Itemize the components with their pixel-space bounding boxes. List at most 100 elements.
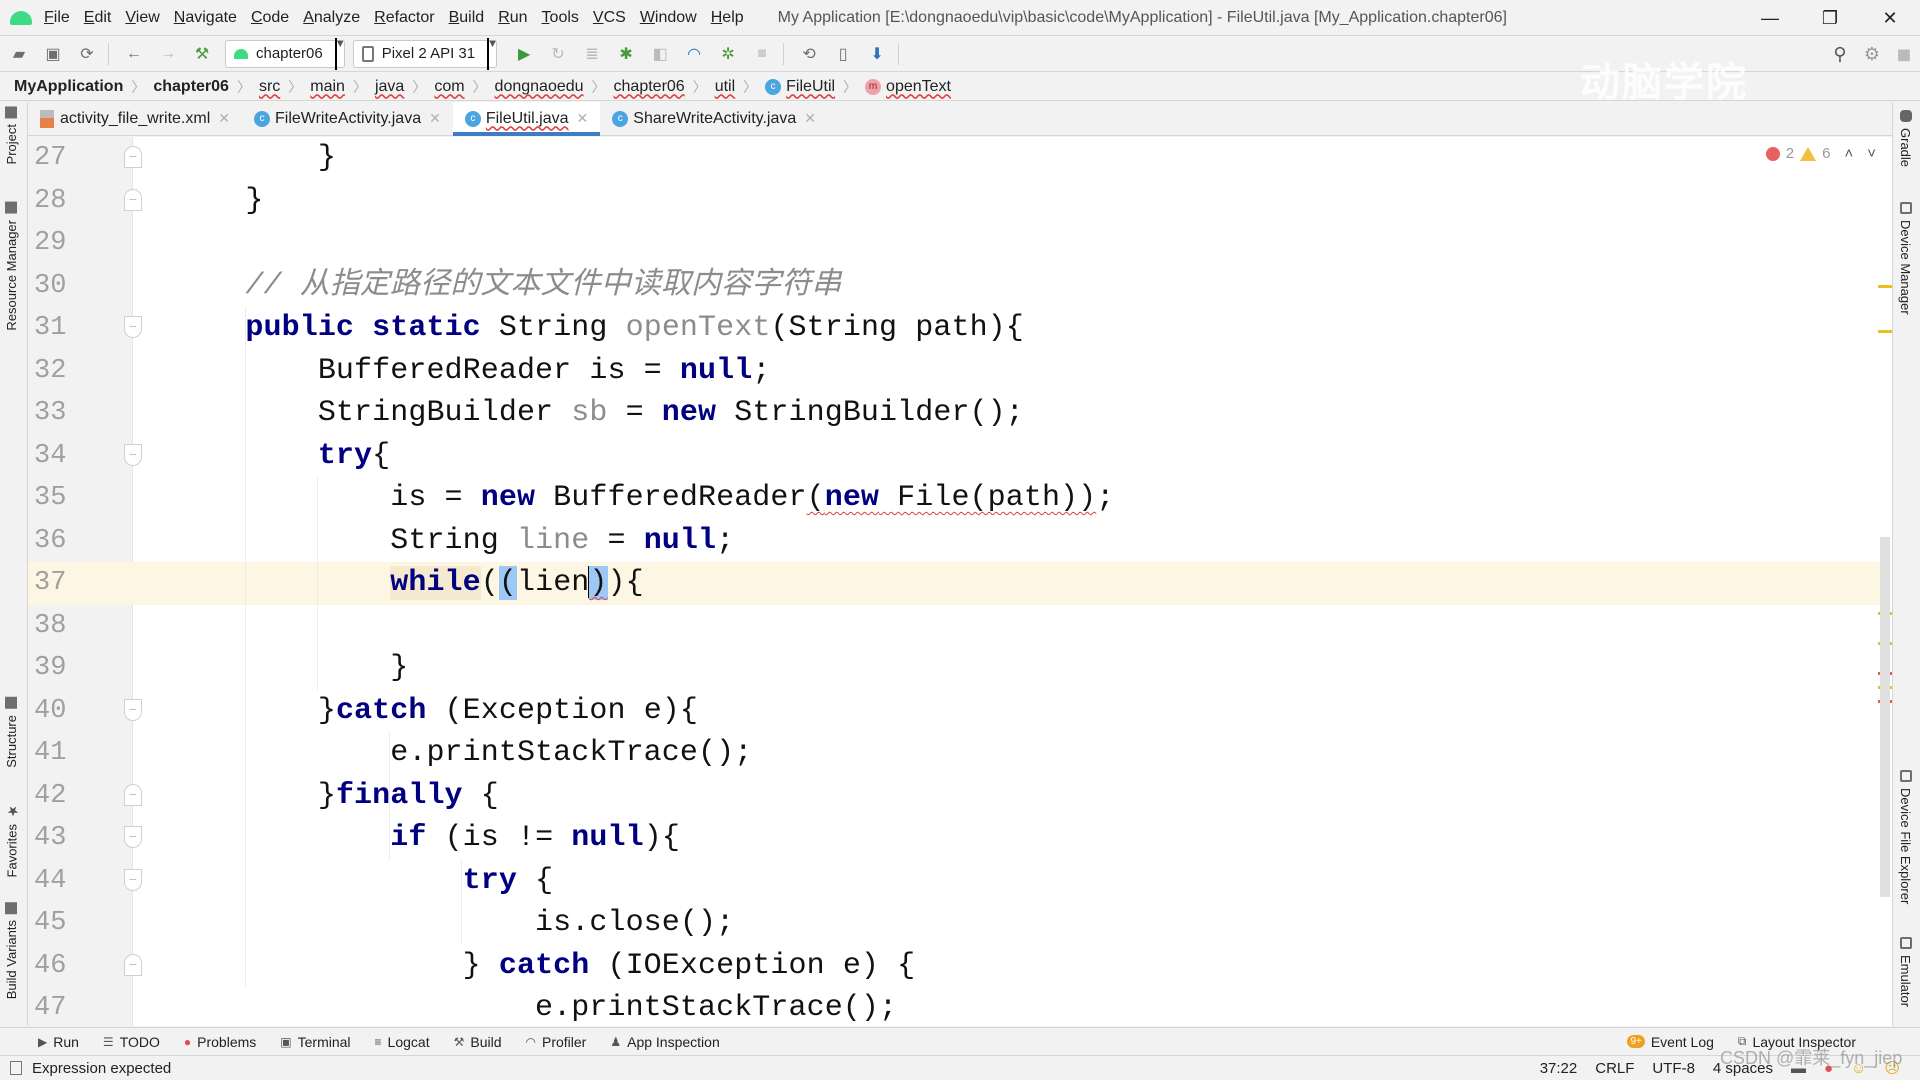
save-icon[interactable]: ▣ [40,43,66,65]
debug-icon[interactable]: ✱ [613,43,639,65]
close-tab-icon[interactable]: ✕ [218,110,230,127]
line-number[interactable]: 29 [28,222,132,265]
close-tab-icon[interactable]: ✕ [804,110,816,127]
minimize-button[interactable]: — [1740,0,1800,36]
code-line[interactable]: 29 [28,222,1888,265]
menu-file[interactable]: File [44,9,70,27]
tool-tab-emulator[interactable]: Emulator [1898,937,1913,1007]
breadcrumb-item[interactable]: com [434,78,464,96]
code-line[interactable]: 33 StringBuilder sb = new StringBuilder(… [28,392,1888,435]
code-line[interactable]: 40− }catch (Exception e){ [28,690,1888,733]
line-number[interactable]: 40 [28,690,132,733]
restore-button[interactable]: ❐ [1800,0,1860,36]
vertical-scrollbar[interactable] [1880,537,1890,897]
toggle-tool-windows-icon[interactable] [10,1061,22,1075]
tool-tab-device-manager[interactable]: Device Manager [1898,202,1913,315]
code-line[interactable]: 38 [28,605,1888,648]
breadcrumb-item[interactable]: util [715,78,735,96]
code-line[interactable]: 39 } [28,647,1888,690]
code-line[interactable]: 36 String line = null; [28,520,1888,563]
line-number[interactable]: 37 [28,562,132,605]
sdk-manager-icon[interactable]: ⬇ [864,43,890,65]
tool-window-event-log[interactable]: 9+ Event Log [1627,1034,1714,1050]
code-line[interactable]: 43− if (is != null){ [28,817,1888,860]
line-number[interactable]: 36 [28,520,132,563]
breadcrumb-item[interactable]: openText [886,78,951,96]
breadcrumb-item[interactable]: src [259,78,280,96]
tool-window-logcat[interactable]: ≡ Logcat [375,1034,430,1050]
line-number[interactable]: 33 [28,392,132,435]
code-line[interactable]: 44− try { [28,860,1888,903]
warning-mark[interactable] [1878,330,1892,333]
close-tab-icon[interactable]: ✕ [577,110,589,127]
code-line[interactable]: 31− public static String openText(String… [28,307,1888,350]
line-number[interactable]: 46 [28,945,132,988]
code-line[interactable]: 42− }finally { [28,775,1888,818]
sync-icon[interactable]: ⟳ [74,43,100,65]
apply-code-changes-icon[interactable]: ≣ [579,43,605,65]
menu-edit[interactable]: Edit [84,9,112,27]
menu-code[interactable]: Code [251,9,289,27]
line-number[interactable]: 45 [28,902,132,945]
tab-file-util[interactable]: c FileUtil.java ✕ [452,102,601,136]
profile-icon[interactable]: ◠ [681,43,707,65]
warning-mark[interactable] [1878,285,1892,288]
code-line[interactable]: 37 while((lien)){ [28,562,1888,605]
breadcrumb-item[interactable]: chapter06 [614,78,685,96]
tab-share-write-activity[interactable]: c ShareWriteActivity.java ✕ [600,102,828,135]
next-highlight-icon[interactable]: ˅ [1867,145,1876,162]
code-editor[interactable]: 27− } 28− } 29 30 // 从指定路径的文本文件中读取内容字符串 31− … [28,137,1892,1026]
line-number[interactable]: 32 [28,350,132,393]
avd-manager-icon[interactable]: ▯ [830,43,856,65]
line-number[interactable]: 42 [28,775,132,818]
tool-tab-build-variants[interactable]: Build Variants [4,902,19,999]
tool-window-todo[interactable]: ☰ TODO [103,1034,160,1050]
menu-help[interactable]: Help [711,9,744,27]
line-number[interactable]: 38 [28,605,132,648]
caret-position[interactable]: 37:22 [1540,1060,1578,1077]
code-line[interactable]: 35 is = new BufferedReader(new File(path… [28,477,1888,520]
fold-marker-icon[interactable]: − [124,783,142,806]
line-separator[interactable]: CRLF [1595,1060,1634,1077]
tool-window-app-inspection[interactable]: ♟ App Inspection [610,1034,719,1050]
fold-marker-icon[interactable]: − [124,146,142,168]
code-line[interactable]: 28− } [28,180,1888,223]
menu-navigate[interactable]: Navigate [174,9,237,27]
fold-marker-icon[interactable]: − [124,188,142,211]
tool-window-problems[interactable]: ● Problems [184,1034,256,1050]
breadcrumb-item[interactable]: java [375,78,404,96]
code-line[interactable]: 32 BufferedReader is = null; [28,350,1888,393]
menu-window[interactable]: Window [640,9,697,27]
tool-tab-device-file-explorer[interactable]: Device File Explorer [1898,770,1913,904]
fold-marker-icon[interactable]: − [124,316,142,338]
fold-marker-icon[interactable]: − [124,698,142,721]
code-line[interactable]: 34− try{ [28,435,1888,478]
line-number[interactable]: 39 [28,647,132,690]
tool-tab-favorites[interactable]: Favorites ★ [4,802,20,877]
line-number[interactable]: 34 [28,435,132,478]
avatar[interactable]: ◼ [1888,44,1920,65]
breadcrumb-item[interactable]: dongnaoedu [495,78,584,96]
line-number[interactable]: 27 [28,137,132,180]
device-selector[interactable]: Pixel 2 API 31 ▼ [352,37,498,70]
forward-arrow-icon[interactable]: → [155,43,181,65]
file-encoding[interactable]: UTF-8 [1652,1060,1695,1077]
close-tab-icon[interactable]: ✕ [429,110,441,127]
fold-marker-icon[interactable]: − [124,443,142,466]
attach-debugger-android-icon[interactable]: ✲ [715,43,741,65]
tab-activity-file-write-xml[interactable]: activity_file_write.xml ✕ [28,102,242,135]
run-icon[interactable]: ▶ [511,43,537,65]
breadcrumb-item[interactable]: MyApplication [14,78,123,96]
line-number[interactable]: 28 [28,180,132,223]
gear-icon[interactable]: ⚙ [1856,44,1888,65]
tool-window-terminal[interactable]: ▣ Terminal [280,1034,350,1050]
line-number[interactable]: 41 [28,732,132,775]
hammer-build-icon[interactable]: ⚒ [189,43,215,65]
menu-analyze[interactable]: Analyze [303,9,360,27]
line-number[interactable]: 47 [28,987,132,1026]
breadcrumb-item[interactable]: FileUtil [786,78,835,96]
menu-tools[interactable]: Tools [542,9,579,27]
code-line[interactable]: 47 e.printStackTrace(); [28,987,1888,1026]
fold-marker-icon[interactable]: − [124,868,142,891]
tab-file-write-activity[interactable]: c FileWriteActivity.java ✕ [242,102,453,135]
